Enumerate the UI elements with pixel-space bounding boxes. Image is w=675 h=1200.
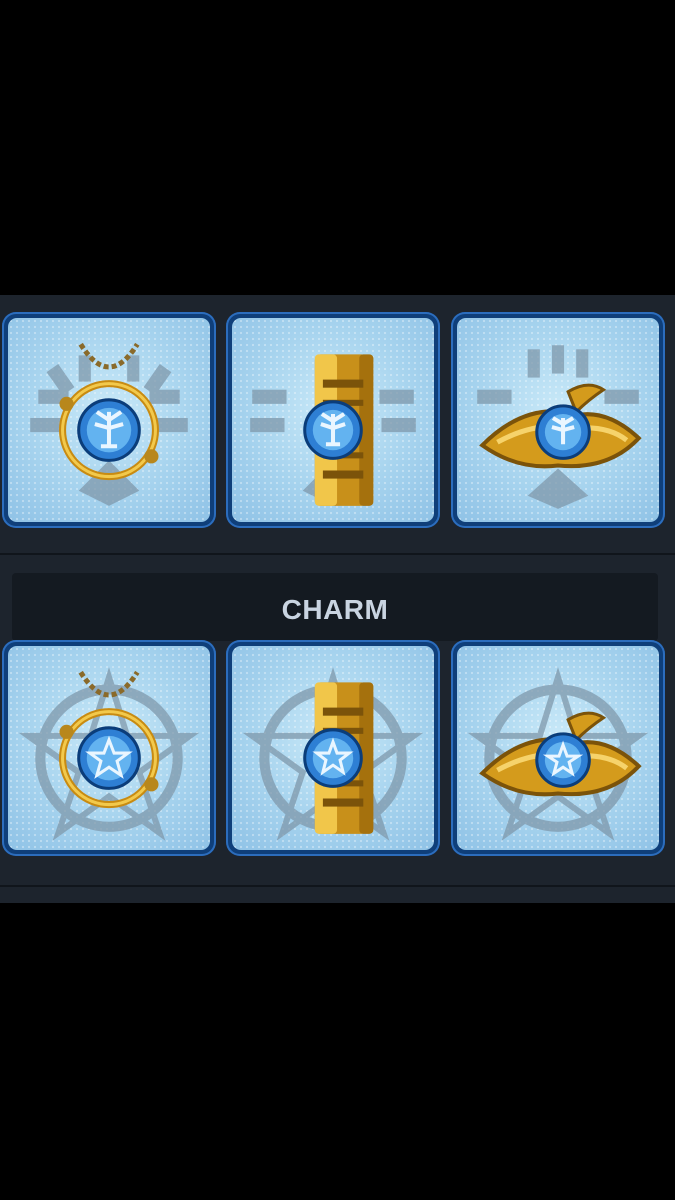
charm-slot-bracelet-star[interactable]: [226, 640, 440, 856]
charm-slot-ring[interactable]: [451, 312, 665, 528]
slot-background: [232, 646, 434, 850]
bracelet-icon: [242, 667, 424, 841]
slot-background: [457, 318, 659, 522]
charm-slot-ring-star[interactable]: [451, 640, 665, 856]
slot-background: [457, 646, 659, 850]
pendant-icon: [18, 667, 200, 841]
section-title: CHARM: [281, 594, 389, 625]
divider: [0, 885, 675, 887]
slot-background: [8, 318, 210, 522]
section-header: CHARM: [12, 573, 658, 641]
divider: [0, 553, 675, 555]
charm-slot-pendant[interactable]: [2, 312, 216, 528]
pendant-icon: [30, 342, 188, 506]
ring-icon: [477, 345, 642, 509]
ring-icon: [467, 667, 649, 841]
slot-background: [232, 318, 434, 522]
bracelet-icon: [250, 354, 416, 506]
charm-slot-bracelet[interactable]: [226, 312, 440, 528]
slot-background: [8, 646, 210, 850]
charm-slot-pendant-star[interactable]: [2, 640, 216, 856]
